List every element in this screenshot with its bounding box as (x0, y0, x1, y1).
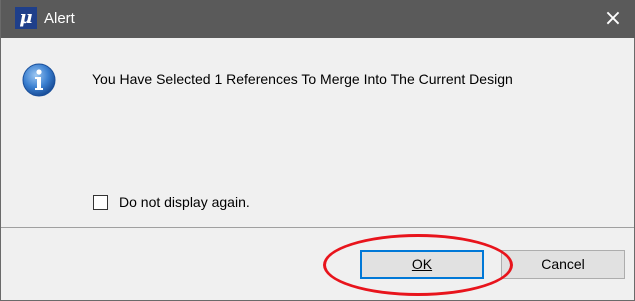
do-not-display-checkbox[interactable] (93, 195, 108, 210)
window-title: Alert (44, 10, 75, 27)
do-not-display-label[interactable]: Do not display again. (119, 194, 250, 211)
dialog-footer: OK Cancel (1, 228, 634, 300)
ok-button-label: OK (411, 256, 433, 272)
alert-message: You Have Selected 1 References To Merge … (92, 71, 513, 87)
close-button[interactable]: × (590, 0, 635, 38)
info-icon (22, 63, 56, 97)
alert-dialog: μ Alert × You Have Selected 1 References… (0, 0, 635, 301)
cancel-button[interactable]: Cancel (501, 250, 625, 279)
microstation-app-icon: μ (15, 7, 37, 29)
title-bar[interactable]: μ Alert × (1, 0, 635, 38)
ok-button[interactable]: OK (360, 250, 484, 279)
